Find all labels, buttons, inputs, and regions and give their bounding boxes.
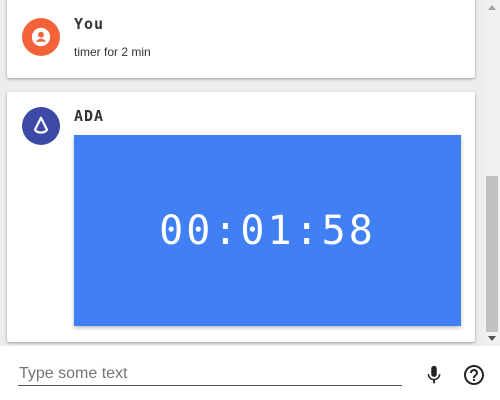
scroll-down-arrow-icon[interactable] [484, 332, 500, 346]
input-bar [0, 346, 500, 400]
microphone-icon[interactable] [422, 363, 446, 387]
user-message-card: You timer for 2 min [7, 0, 475, 78]
timer-value: 00:01:58 [159, 207, 376, 254]
scrollbar-thumb[interactable] [486, 176, 498, 332]
assistant-message-card: ADA 00:01:58 [7, 92, 475, 342]
chat-log: You timer for 2 min ADA 00:01:58 [0, 0, 484, 346]
user-avatar [22, 18, 60, 56]
timer-display: 00:01:58 [74, 135, 461, 326]
sender-name: ADA [74, 107, 105, 125]
ada-logo-icon [33, 116, 49, 134]
help-circle-icon[interactable] [462, 363, 486, 387]
sender-name: You [74, 15, 105, 33]
message-text: timer for 2 min [74, 45, 151, 59]
person-icon [31, 27, 51, 47]
chat-scrollbar[interactable] [484, 0, 500, 346]
scroll-up-arrow-icon[interactable] [484, 0, 500, 14]
message-input[interactable] [18, 362, 402, 386]
assistant-avatar [22, 107, 60, 145]
